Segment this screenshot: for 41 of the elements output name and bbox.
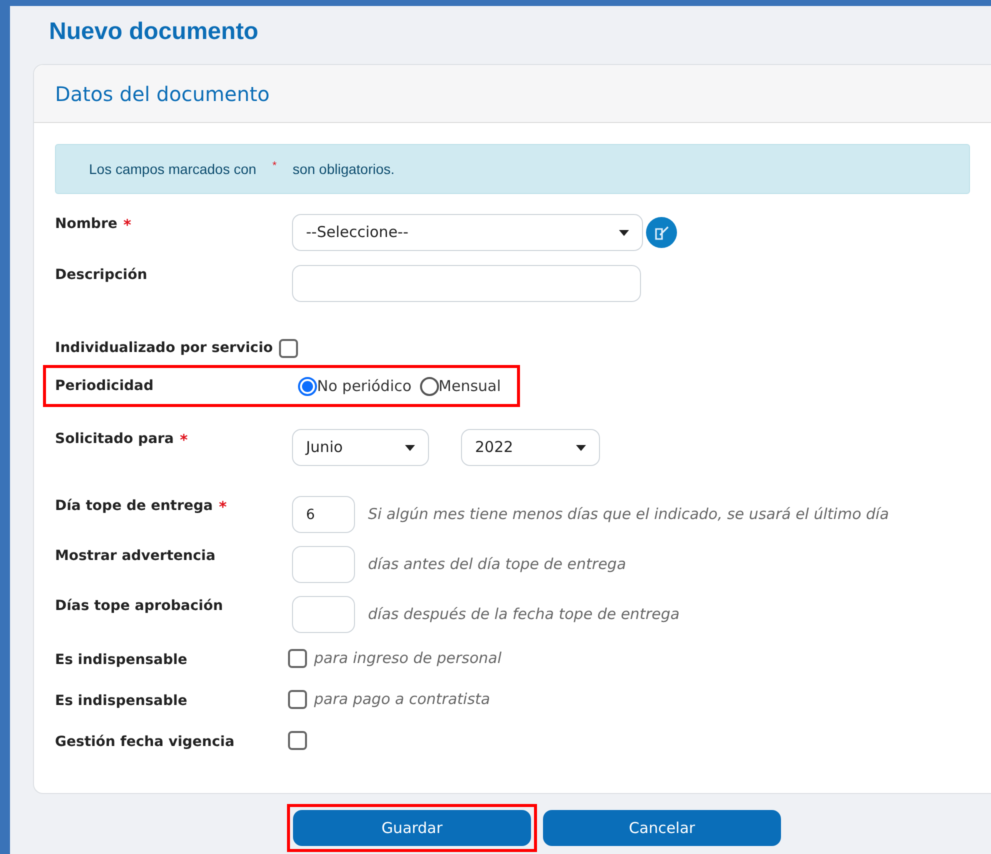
radio-option[interactable]: No periódico bbox=[298, 374, 412, 398]
form-button[interactable]: Guardar bbox=[293, 810, 531, 846]
field-label: Descripción bbox=[55, 266, 148, 285]
field-label: Es indispensable bbox=[55, 692, 188, 711]
text-field[interactable] bbox=[292, 265, 641, 302]
required-mark: * bbox=[218, 497, 227, 518]
field-label: Periodicidad bbox=[55, 376, 154, 396]
year-select[interactable]: 2022 bbox=[461, 429, 600, 466]
required-mark: * bbox=[123, 215, 132, 236]
card-title: Datos del documento bbox=[55, 80, 270, 108]
field-hint: para ingreso de personal bbox=[314, 648, 502, 670]
field-label: Mostrar advertencia bbox=[55, 547, 216, 566]
checkbox[interactable] bbox=[288, 690, 307, 709]
field-label: Días tope aprobación bbox=[55, 597, 223, 616]
required-mark: * bbox=[180, 430, 188, 451]
select-field[interactable]: --Seleccione-- bbox=[292, 214, 643, 251]
field-label: Individualizado por servicio bbox=[55, 339, 273, 358]
field-label: Es indispensable bbox=[55, 651, 188, 670]
field-label: Gestión fecha vigencia bbox=[55, 733, 234, 752]
field-hint: Si algún mes tiene menos días que el indicado, se usará el último día bbox=[368, 504, 889, 526]
number-field[interactable]: 6 bbox=[292, 496, 355, 533]
page-title: Nuevo documento bbox=[49, 17, 260, 47]
form-button[interactable]: Cancelar bbox=[543, 810, 781, 846]
field-label: Día tope de entrega bbox=[55, 497, 213, 516]
checkbox[interactable] bbox=[288, 649, 307, 668]
field-hint: días antes del día tope de entrega bbox=[368, 554, 626, 576]
caret-icon bbox=[619, 230, 629, 236]
checkbox[interactable] bbox=[278, 339, 298, 358]
field-label: Nombre bbox=[55, 215, 118, 234]
field-hint: para pago a contratista bbox=[314, 689, 490, 710]
checkbox[interactable] bbox=[288, 731, 307, 750]
info-notice: Los campos marcados con * son obligatorios. bbox=[55, 144, 970, 194]
field-label: Solicitado para bbox=[55, 430, 174, 449]
number-field[interactable] bbox=[292, 596, 355, 633]
caret-icon bbox=[405, 444, 415, 450]
radio-option[interactable]: Mensual bbox=[420, 374, 501, 398]
caret-icon bbox=[576, 444, 586, 450]
month-select[interactable]: Junio bbox=[292, 429, 429, 466]
number-field[interactable] bbox=[292, 546, 355, 583]
edit-icon[interactable] bbox=[646, 217, 677, 248]
field-hint: días después de la fecha tope de entrega bbox=[368, 604, 680, 626]
